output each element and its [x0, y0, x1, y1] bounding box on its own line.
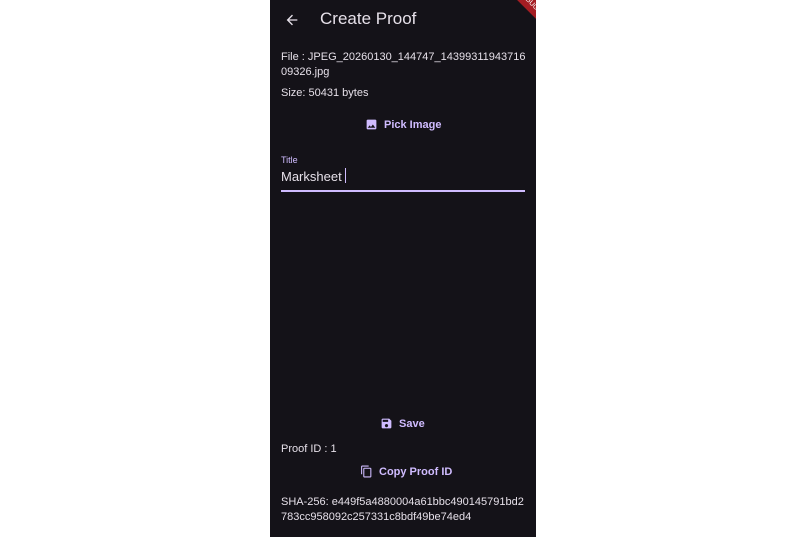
- file-name-text: File : JPEG_20260130_144747_143993119437…: [281, 51, 526, 78]
- file-size-text: Size: 50431 bytes: [281, 87, 369, 99]
- app-bar: Create Proof: [270, 0, 536, 40]
- sha256-text: SHA-256: e449f5a4880004a61bbc490145791bd…: [281, 496, 524, 523]
- text-caret: [344, 168, 347, 183]
- arrow-back-icon: [286, 14, 298, 26]
- title-field-label: Title: [281, 155, 298, 165]
- proof-id-text: Proof ID : 1: [281, 443, 337, 455]
- title-input-value: Marksheet: [281, 169, 342, 184]
- image-icon: [366, 119, 377, 130]
- page-title: Create Proof: [320, 9, 417, 28]
- copy-proof-id-button[interactable]: Copy Proof ID: [360, 465, 452, 478]
- title-input[interactable]: Marksheet: [281, 168, 525, 192]
- save-button[interactable]: Save: [380, 417, 425, 430]
- save-icon: [381, 418, 392, 429]
- phone-screen: DEBUG Create Proof File : JPEG_20260130_…: [270, 0, 536, 537]
- pick-image-label: Pick Image: [384, 118, 442, 131]
- save-label: Save: [399, 417, 425, 430]
- copy-proof-id-label: Copy Proof ID: [379, 465, 453, 478]
- copy-icon: [361, 465, 372, 478]
- pick-image-button[interactable]: Pick Image: [365, 118, 441, 131]
- back-button[interactable]: [280, 8, 304, 32]
